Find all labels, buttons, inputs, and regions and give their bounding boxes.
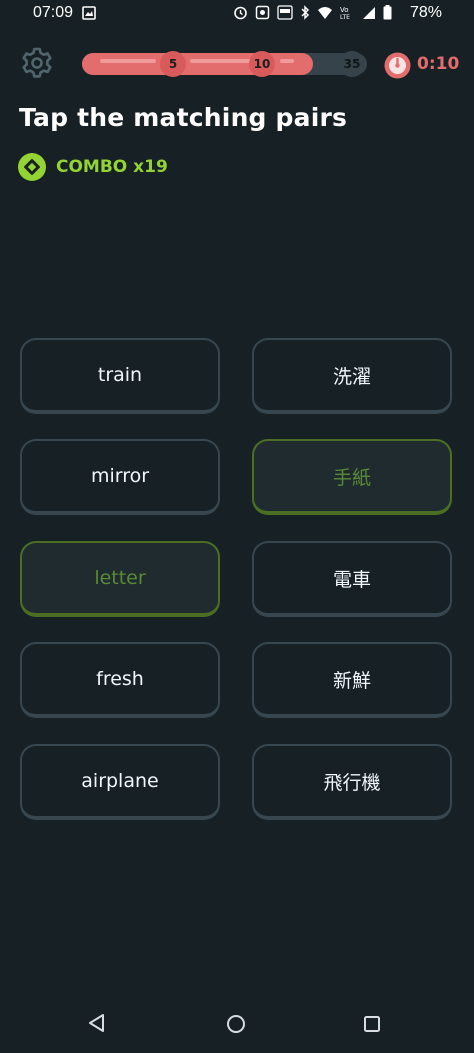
page-title: Tap the matching pairs: [19, 103, 348, 132]
word-card-left-5[interactable]: airplane: [20, 744, 220, 820]
status-bar: 07:09 Vo LTE 78%: [0, 0, 474, 28]
home-icon[interactable]: [225, 1013, 247, 1039]
word-card-right-2[interactable]: 手紙: [252, 439, 452, 515]
battery-percentage: 78%: [410, 4, 443, 21]
wifi-icon: [317, 6, 333, 24]
progress-shine: [280, 59, 294, 63]
settings-button[interactable]: [18, 46, 56, 84]
milestone-5: 5: [160, 51, 186, 77]
screenshot-icon: [255, 5, 270, 24]
word-card-right-3[interactable]: 電車: [252, 541, 452, 617]
timer-icon: [384, 52, 411, 79]
svg-text:Vo: Vo: [340, 6, 349, 14]
recents-icon[interactable]: [363, 1015, 381, 1037]
word-card-right-5[interactable]: 飛行機: [252, 744, 452, 820]
gear-icon: [20, 46, 54, 84]
word-card-right-4[interactable]: 新鮮: [252, 642, 452, 718]
auto-icon: [277, 5, 293, 24]
word-card-left-4[interactable]: fresh: [20, 642, 220, 718]
word-card-left-3[interactable]: letter: [20, 541, 220, 617]
image-icon: [82, 6, 96, 24]
combo-icon: [18, 153, 46, 181]
alarm-icon: [233, 5, 248, 24]
timer-text: 0:10: [417, 54, 460, 74]
progress-shine: [100, 59, 156, 63]
word-card-right-1[interactable]: 洗濯: [252, 338, 452, 414]
milestone-35: 35: [339, 51, 365, 77]
navigation-bar: [0, 990, 474, 1053]
progress-bar: 5 10 35: [82, 51, 367, 77]
milestone-10: 10: [249, 51, 275, 77]
progress-fill: [82, 53, 313, 75]
volte-icon: Vo LTE: [340, 5, 355, 24]
combo-text: COMBO x19: [56, 157, 168, 177]
back-icon[interactable]: [86, 1012, 108, 1038]
svg-text:LTE: LTE: [340, 14, 350, 20]
battery-icon: [383, 5, 392, 24]
word-card-left-2[interactable]: mirror: [20, 439, 220, 515]
status-time: 07:09: [33, 4, 74, 21]
signal-icon: [362, 6, 376, 24]
word-card-left-1[interactable]: train: [20, 338, 220, 414]
combo-indicator: COMBO x19: [18, 153, 168, 181]
bluetooth-icon: [300, 5, 310, 24]
